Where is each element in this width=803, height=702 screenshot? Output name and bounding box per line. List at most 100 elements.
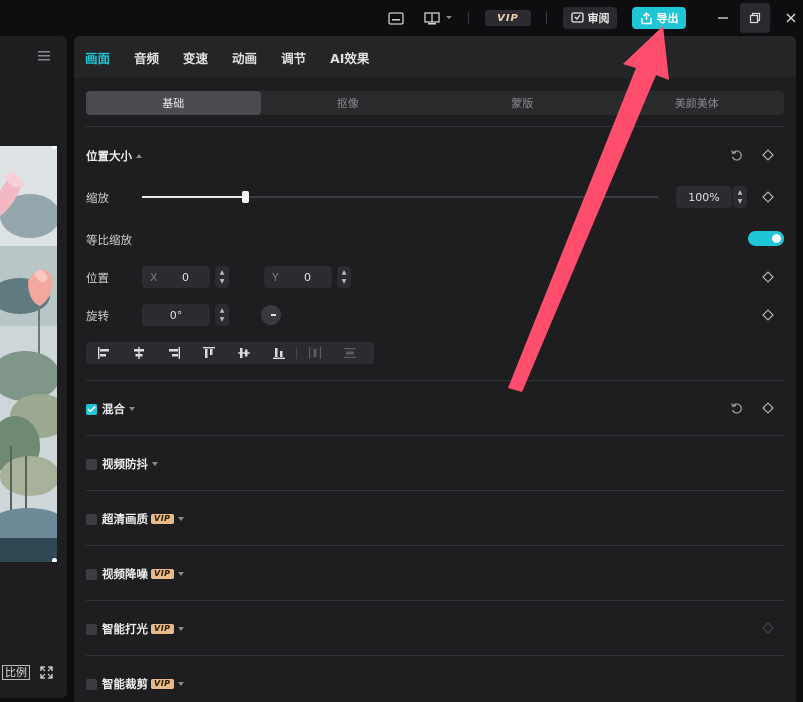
export-button[interactable]: 导出	[632, 7, 686, 29]
stabilization-checkbox[interactable]	[86, 458, 97, 470]
review-button[interactable]: 审阅	[563, 7, 617, 29]
align-bottom-icon[interactable]	[261, 342, 296, 364]
tab-animation[interactable]: 动画	[232, 48, 257, 67]
section-position-size[interactable]: 位置大小	[86, 148, 143, 164]
section-title: 位置大小	[86, 149, 132, 163]
vip-badge[interactable]: VIP	[485, 10, 531, 26]
main-tabs: 画面 音频 变速 动画 调节 AI效果	[74, 36, 393, 78]
subtab-cutout[interactable]: 抠像	[261, 91, 436, 115]
tab-audio[interactable]: 音频	[134, 48, 159, 67]
x-value: 0	[182, 270, 189, 284]
distribute-h-icon[interactable]	[297, 342, 332, 364]
subtab-basic[interactable]: 基础	[86, 91, 261, 115]
section-stabilization[interactable]: 视频防抖	[86, 456, 159, 472]
tab-picture[interactable]: 画面	[85, 48, 110, 67]
minimize-button[interactable]	[713, 8, 733, 28]
rotation-dial[interactable]	[261, 305, 281, 325]
subtab-beauty[interactable]: 美颜美体	[610, 91, 785, 115]
checkmark-icon	[87, 405, 96, 413]
keyframe-icon[interactable]	[760, 189, 776, 205]
align-right-icon[interactable]	[156, 342, 191, 364]
distribute-v-icon[interactable]	[332, 342, 367, 364]
section-denoise[interactable]: 视频降噪 VIP	[86, 566, 185, 582]
align-left-icon[interactable]	[86, 342, 121, 364]
reset-icon[interactable]	[728, 147, 744, 163]
smart-crop-checkbox[interactable]	[86, 678, 97, 690]
section-label: 智能裁剪	[102, 677, 148, 691]
keyframe-icon[interactable]	[760, 307, 776, 323]
divider	[86, 126, 784, 127]
chevron-down-icon	[177, 627, 184, 631]
reset-icon[interactable]	[728, 400, 744, 416]
fullscreen-icon[interactable]	[40, 666, 53, 679]
subtabs: 基础 抠像 蒙版 美颜美体	[86, 91, 784, 115]
align-center-h-icon[interactable]	[121, 342, 156, 364]
section-label: 混合	[102, 402, 125, 416]
preview-image[interactable]	[0, 146, 57, 562]
position-x-field[interactable]: X 0	[142, 266, 210, 288]
rotate-label: 旋转	[86, 309, 109, 323]
review-label: 审阅	[587, 12, 610, 25]
section-label: 视频降噪	[102, 567, 148, 581]
keyframe-icon[interactable]	[760, 269, 776, 285]
position-y-field[interactable]: Y 0	[264, 266, 332, 288]
chevron-down-icon	[177, 517, 184, 521]
y-value: 0	[304, 270, 311, 284]
y-prefix: Y	[272, 270, 279, 284]
align-top-icon[interactable]	[191, 342, 226, 364]
minimize-icon	[718, 17, 728, 19]
section-label: 智能打光	[102, 622, 148, 636]
subtitle-icon[interactable]	[386, 8, 406, 28]
align-center-v-icon[interactable]	[226, 342, 261, 364]
rotate-stepper[interactable]: ▲ ▼	[215, 304, 229, 326]
keyframe-icon[interactable]	[760, 400, 776, 416]
section-smart-crop[interactable]: 智能裁剪 VIP	[86, 676, 185, 692]
rotate-input[interactable]: 0°	[142, 304, 210, 326]
close-button[interactable]	[781, 8, 801, 28]
export-icon	[640, 11, 652, 24]
super-resolution-checkbox[interactable]	[86, 513, 97, 525]
section-label: 视频防抖	[102, 457, 148, 471]
separator	[546, 12, 547, 24]
section-blend[interactable]: 混合	[86, 401, 136, 417]
section-label: 超清画质	[102, 512, 148, 526]
title-bar: VIP 审阅 导出	[0, 0, 803, 36]
tab-speed[interactable]: 变速	[183, 48, 208, 67]
restore-button[interactable]	[745, 8, 765, 28]
uniform-scale-label: 等比缩放	[86, 233, 132, 247]
scale-stepper[interactable]: ▲ ▼	[733, 186, 747, 208]
vip-tag: VIP	[151, 569, 174, 579]
scale-slider-knob[interactable]	[242, 191, 250, 203]
chevron-down-icon	[129, 407, 135, 411]
section-smart-lighting[interactable]: 智能打光 VIP	[86, 621, 185, 637]
ratio-button[interactable]: 比例	[2, 665, 30, 680]
layout-icon[interactable]	[422, 8, 456, 28]
vip-tag: VIP	[151, 679, 174, 689]
divider	[86, 655, 784, 656]
divider	[86, 435, 784, 436]
preview-footer: 比例	[2, 665, 53, 680]
position-y-stepper[interactable]: ▲ ▼	[337, 266, 351, 288]
position-x-stepper[interactable]: ▲ ▼	[215, 266, 229, 288]
align-toolbar	[86, 342, 374, 364]
scale-input[interactable]: 100%	[676, 186, 732, 208]
section-super-resolution[interactable]: 超清画质 VIP	[86, 511, 185, 527]
blend-checkbox[interactable]	[86, 403, 97, 415]
review-icon	[570, 12, 584, 23]
divider	[86, 490, 784, 491]
tab-ai-effects[interactable]: AI效果	[330, 48, 369, 67]
scale-slider[interactable]	[142, 191, 658, 203]
chevron-up-icon	[136, 154, 142, 158]
keyframe-icon[interactable]	[760, 620, 776, 636]
uniform-scale-toggle[interactable]	[748, 231, 784, 246]
divider	[86, 545, 784, 546]
subtab-mask[interactable]: 蒙版	[435, 91, 610, 115]
scale-slider-fill	[142, 196, 246, 198]
chevron-down-icon	[177, 572, 184, 576]
menu-icon[interactable]	[38, 50, 50, 61]
denoise-checkbox[interactable]	[86, 568, 97, 580]
keyframe-icon[interactable]	[760, 147, 776, 163]
resize-handle[interactable]	[52, 558, 57, 562]
smart-lighting-checkbox[interactable]	[86, 623, 97, 635]
tab-adjust[interactable]: 调节	[281, 48, 306, 67]
